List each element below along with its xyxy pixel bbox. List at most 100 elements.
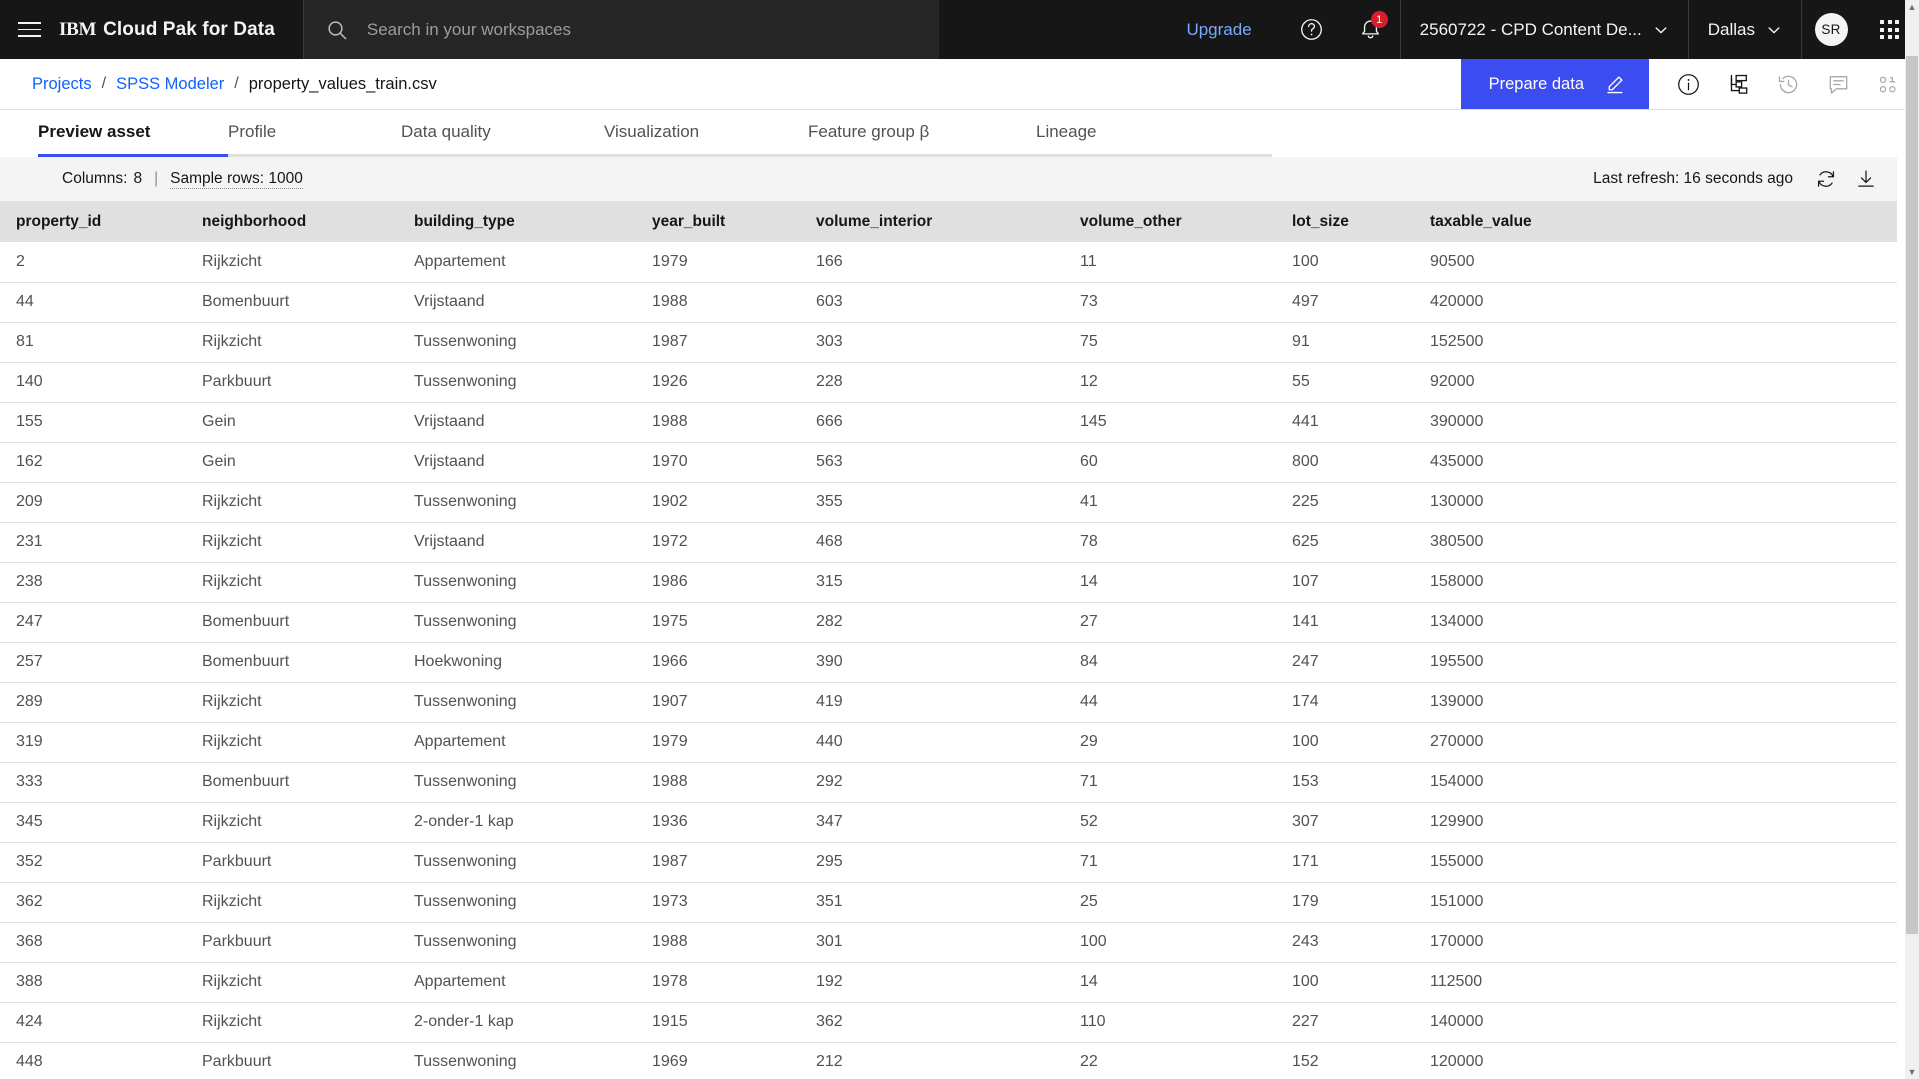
upgrade-button[interactable]: Upgrade bbox=[1156, 0, 1281, 59]
cell-neighborhood: Rijkzicht bbox=[186, 722, 398, 763]
table-row[interactable]: 247 Bomenbuurt Tussenwoning 1975 282 27 141 134… bbox=[0, 602, 1897, 643]
download-button[interactable] bbox=[1849, 162, 1883, 196]
tab-data-quality[interactable]: Data quality bbox=[401, 110, 604, 157]
help-button[interactable] bbox=[1282, 0, 1341, 59]
column-header-neighborhood[interactable]: neighborhood bbox=[186, 201, 398, 242]
cell-taxable_value: 129900 bbox=[1414, 802, 1897, 843]
relationships-button[interactable] bbox=[1717, 59, 1759, 109]
cell-volume_interior: 295 bbox=[800, 842, 1064, 883]
scroll-up-arrow-icon[interactable]: ▲ bbox=[1905, 0, 1919, 14]
table-row[interactable]: 257 Bomenbuurt Hoekwoning 1966 390 84 247 19550… bbox=[0, 642, 1897, 683]
cell-property_id: 238 bbox=[0, 562, 186, 603]
sample-rows-button[interactable]: Sample rows: 1000 bbox=[170, 170, 303, 189]
cell-neighborhood: Rijkzicht bbox=[186, 802, 398, 843]
tab-preview-asset[interactable]: Preview asset bbox=[38, 110, 228, 157]
cell-building_type: Hoekwoning bbox=[398, 642, 636, 683]
table-row[interactable]: 333 Bomenbuurt Tussenwoning 1988 292 71 153 154… bbox=[0, 762, 1897, 803]
columns-count-label: Columns: bbox=[62, 170, 128, 187]
cell-building_type: Appartement bbox=[398, 242, 636, 283]
cell-property_id: 155 bbox=[0, 402, 186, 443]
cell-year_built: 1988 bbox=[636, 282, 800, 323]
cell-lot_size: 55 bbox=[1276, 362, 1414, 403]
raw-data-button[interactable] bbox=[1867, 59, 1909, 109]
cell-taxable_value: 154000 bbox=[1414, 762, 1897, 803]
table-row[interactable]: 368 Parkbuurt Tussenwoning 1988 301 100 243 170… bbox=[0, 922, 1897, 963]
cell-building_type: Vrijstaand bbox=[398, 402, 636, 443]
page-vertical-scrollbar[interactable]: ▲ ▼ bbox=[1905, 0, 1919, 1079]
column-header-building_type[interactable]: building_type bbox=[398, 201, 636, 242]
user-avatar-button[interactable]: SR bbox=[1801, 0, 1860, 59]
tab-profile[interactable]: Profile bbox=[228, 110, 401, 157]
table-row[interactable]: 352 Parkbuurt Tussenwoning 1987 295 71 171 1550… bbox=[0, 842, 1897, 883]
hamburger-icon bbox=[18, 17, 41, 42]
tab-label: Preview asset bbox=[38, 122, 151, 141]
table-row[interactable]: 448 Parkbuurt Tussenwoning 1969 212 22 152 1200… bbox=[0, 1042, 1897, 1079]
tab-lineage[interactable]: Lineage bbox=[1036, 110, 1272, 157]
column-header-volume_other[interactable]: volume_other bbox=[1064, 201, 1276, 242]
table-row[interactable]: 2 Rijkzicht Appartement 1979 166 11 100 90500 bbox=[0, 242, 1897, 283]
table-row[interactable]: 345 Rijkzicht 2-onder-1 kap 1936 347 52 307 129… bbox=[0, 802, 1897, 843]
cell-year_built: 1987 bbox=[636, 842, 800, 883]
binary-data-icon bbox=[1879, 76, 1896, 92]
table-row[interactable]: 424 Rijkzicht 2-onder-1 kap 1915 362 110 227 14… bbox=[0, 1002, 1897, 1043]
cell-year_built: 1970 bbox=[636, 442, 800, 483]
cell-year_built: 1936 bbox=[636, 802, 800, 843]
cell-volume_interior: 303 bbox=[800, 322, 1064, 363]
account-selector[interactable]: 2560722 - CPD Content De... bbox=[1399, 0, 1688, 59]
cell-property_id: 424 bbox=[0, 1002, 186, 1043]
table-row[interactable]: 140 Parkbuurt Tussenwoning 1926 228 12 55 92000 bbox=[0, 362, 1897, 403]
table-row[interactable]: 289 Rijkzicht Tussenwoning 1907 419 44 174 1390… bbox=[0, 682, 1897, 723]
cell-taxable_value: 155000 bbox=[1414, 842, 1897, 883]
tab-visualization[interactable]: Visualization bbox=[604, 110, 808, 157]
brand-title[interactable]: IBM Cloud Pak for Data bbox=[59, 0, 303, 59]
comments-button[interactable] bbox=[1817, 59, 1859, 109]
column-header-lot_size[interactable]: lot_size bbox=[1276, 201, 1414, 242]
table-row[interactable]: 209 Rijkzicht Tussenwoning 1902 355 41 225 1300… bbox=[0, 482, 1897, 523]
table-row[interactable]: 238 Rijkzicht Tussenwoning 1986 315 14 107 1580… bbox=[0, 562, 1897, 603]
refresh-button[interactable] bbox=[1809, 162, 1843, 196]
refresh-icon bbox=[1817, 171, 1835, 187]
cell-year_built: 1972 bbox=[636, 522, 800, 563]
hamburger-menu-button[interactable] bbox=[0, 0, 59, 59]
cell-property_id: 448 bbox=[0, 1042, 186, 1079]
history-button[interactable] bbox=[1767, 59, 1809, 109]
table-row[interactable]: 319 Rijkzicht Appartement 1979 440 29 100 27000… bbox=[0, 722, 1897, 763]
global-search[interactable] bbox=[302, 0, 939, 59]
breadcrumb-item-spss-modeler[interactable]: SPSS Modeler bbox=[116, 75, 224, 94]
cell-volume_other: 27 bbox=[1064, 602, 1276, 643]
table-row[interactable]: 44 Bomenbuurt Vrijstaand 1988 603 73 497 420000 bbox=[0, 282, 1897, 323]
column-header-property_id[interactable]: property_id bbox=[0, 201, 186, 242]
table-row[interactable]: 155 Gein Vrijstaand 1988 666 145 441 390000 bbox=[0, 402, 1897, 443]
column-header-year_built[interactable]: year_built bbox=[636, 201, 800, 242]
cell-building_type: Vrijstaand bbox=[398, 522, 636, 563]
breadcrumb-item-projects[interactable]: Projects bbox=[32, 75, 92, 94]
info-button[interactable] bbox=[1667, 59, 1709, 109]
cell-year_built: 1915 bbox=[636, 1002, 800, 1043]
table-row[interactable]: 81 Rijkzicht Tussenwoning 1987 303 75 91 152500 bbox=[0, 322, 1897, 363]
table-row[interactable]: 231 Rijkzicht Vrijstaand 1972 468 78 625 380500 bbox=[0, 522, 1897, 563]
cell-building_type: Tussenwoning bbox=[398, 362, 636, 403]
cell-lot_size: 243 bbox=[1276, 922, 1414, 963]
scroll-down-arrow-icon[interactable]: ▼ bbox=[1905, 1065, 1919, 1079]
column-header-taxable_value[interactable]: taxable_value bbox=[1414, 201, 1897, 242]
cell-volume_other: 73 bbox=[1064, 282, 1276, 323]
prepare-data-button[interactable]: Prepare data bbox=[1460, 59, 1649, 109]
region-label: Dallas bbox=[1707, 19, 1755, 39]
table-row[interactable]: 362 Rijkzicht Tussenwoning 1973 351 25 179 1510… bbox=[0, 882, 1897, 923]
column-header-volume_interior[interactable]: volume_interior bbox=[800, 201, 1064, 242]
table-row[interactable]: 162 Gein Vrijstaand 1970 563 60 800 435000 bbox=[0, 442, 1897, 483]
tab-feature-group[interactable]: Feature group β bbox=[808, 110, 1036, 157]
page-scrollbar-thumb[interactable] bbox=[1906, 56, 1918, 934]
table-row[interactable]: 388 Rijkzicht Appartement 1978 192 14 100 11250… bbox=[0, 962, 1897, 1003]
cell-volume_interior: 355 bbox=[800, 482, 1064, 523]
cell-taxable_value: 140000 bbox=[1414, 1002, 1897, 1043]
cell-lot_size: 171 bbox=[1276, 842, 1414, 883]
cell-neighborhood: Rijkzicht bbox=[186, 882, 398, 923]
region-selector[interactable]: Dallas bbox=[1687, 0, 1801, 59]
notifications-button[interactable]: 1 bbox=[1341, 0, 1400, 59]
cell-volume_interior: 192 bbox=[800, 962, 1064, 1003]
cell-neighborhood: Parkbuurt bbox=[186, 1042, 398, 1079]
search-input[interactable] bbox=[366, 19, 939, 40]
breadcrumb-item-current-asset: property_values_train.csv bbox=[248, 74, 437, 93]
cell-volume_interior: 315 bbox=[800, 562, 1064, 603]
